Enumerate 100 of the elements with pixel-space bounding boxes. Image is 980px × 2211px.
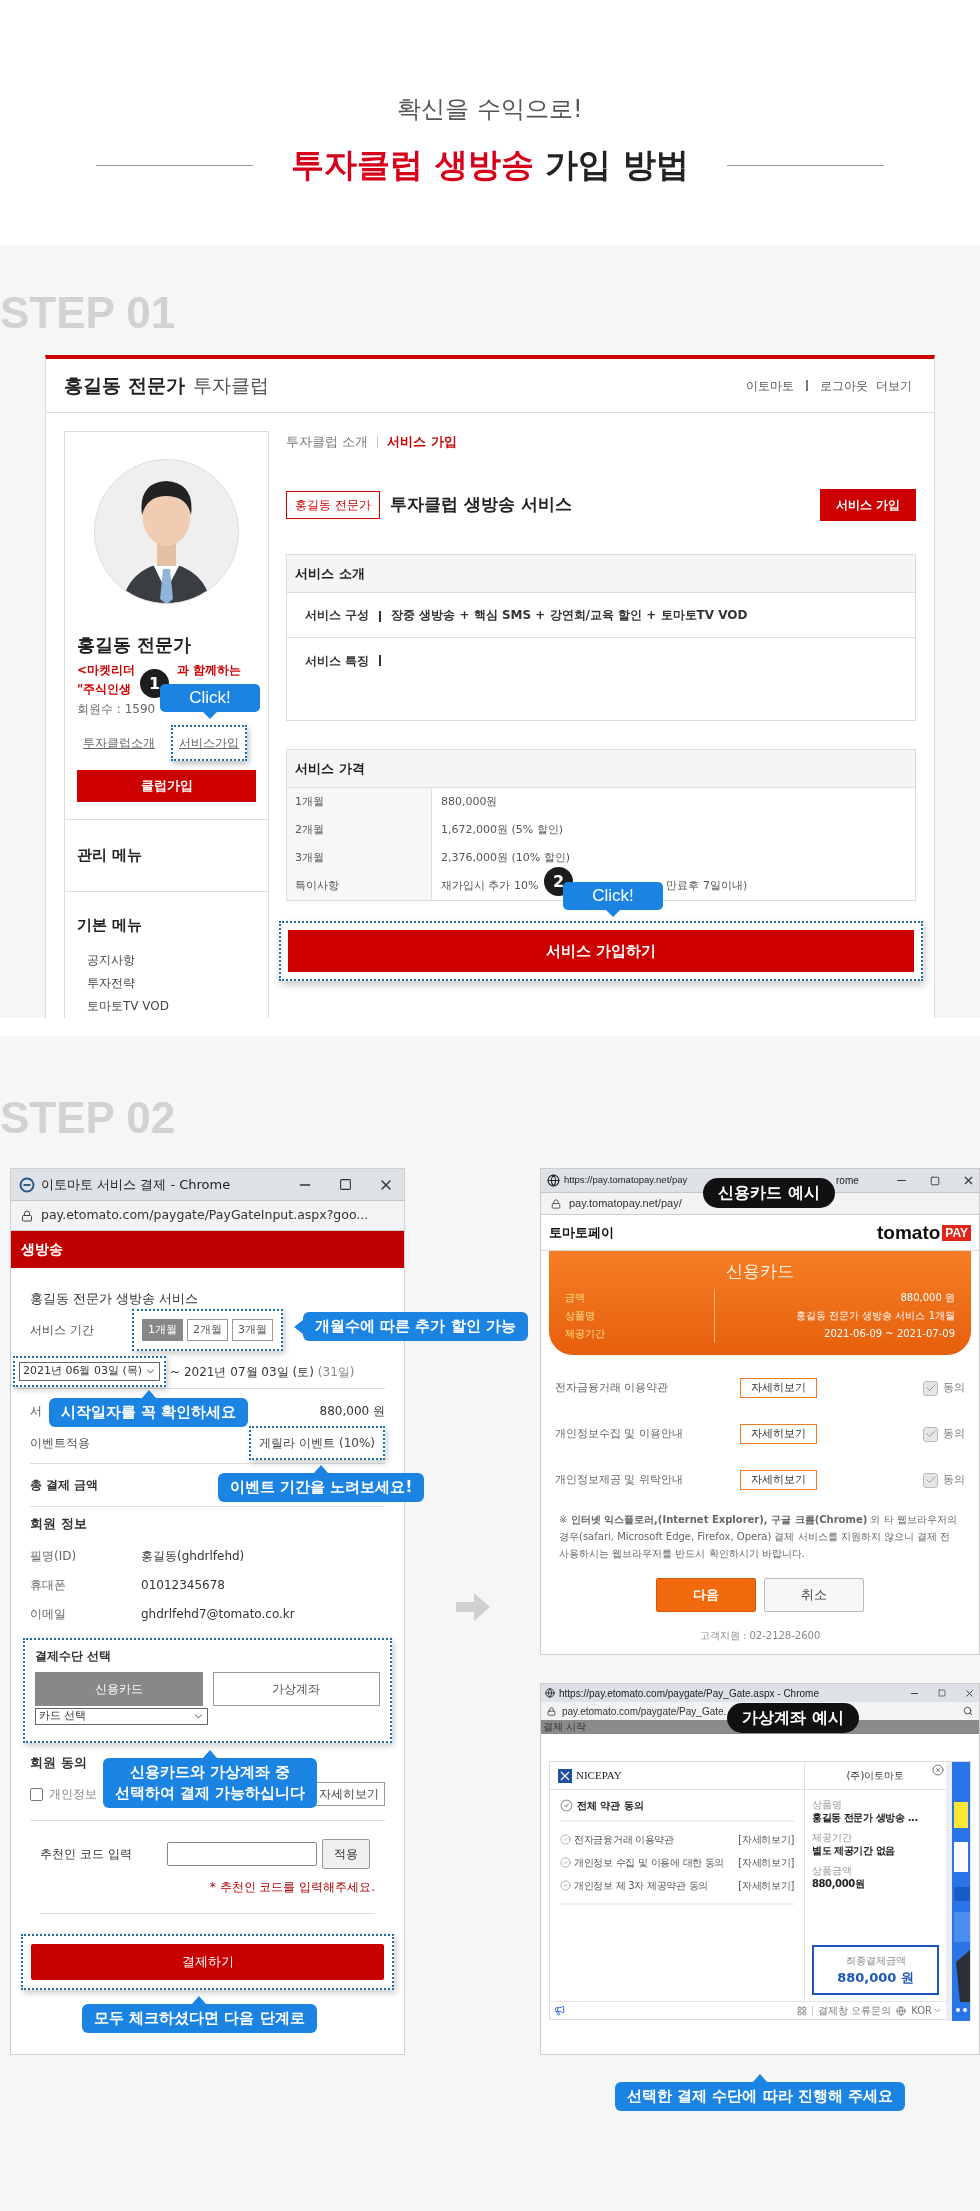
menu-item[interactable]: 토마토TV VOD: [87, 994, 256, 1018]
referral-input[interactable]: [167, 1842, 317, 1866]
agree-checkbox[interactable]: [923, 1426, 938, 1442]
grid-icon[interactable]: [796, 2005, 807, 2016]
table-cell-text: 2,376,000원 (10% 할인): [441, 849, 570, 866]
terms-label: 개인정보 제 3자 제공약관 동의: [574, 1879, 708, 1893]
profile-link[interactable]: 서비스가입: [171, 725, 247, 761]
details-link[interactable]: [자세히보기]: [738, 1855, 794, 1870]
agree-checkbox[interactable]: [923, 1472, 938, 1488]
period-button[interactable]: 3개월: [232, 1319, 273, 1341]
table-cell-text: 재가입시 추가 10%: [441, 877, 539, 894]
lock-icon: [551, 1198, 561, 1209]
header-link[interactable]: 이토마토: [742, 376, 798, 395]
close-icon[interactable]: [964, 1687, 975, 1699]
language-select[interactable]: KOR: [911, 2003, 942, 2018]
card-select[interactable]: 카드 선택: [35, 1708, 208, 1725]
example-label: 신용카드 예시: [703, 1178, 835, 1208]
detail-value: 홍길동 전문가 생방송 ...: [812, 1811, 919, 1825]
detail-label: 제공기간: [812, 1831, 853, 1844]
arrow-icon: [455, 1593, 490, 1621]
url-text: pay.etomato.com/paygate/Pay_Gate.: [562, 1704, 727, 1719]
error-inquiry-link[interactable]: 결제창 오류문의: [817, 2003, 892, 2018]
details-button[interactable]: 자세히보기: [740, 1378, 817, 1398]
row-label: 서비스 구성: [305, 607, 370, 624]
table-cell: 3개월: [287, 844, 432, 872]
subtitle: 확신을 수익으로!: [397, 94, 583, 124]
window-title: 이토마토 서비스 결제 - Chrome: [41, 1175, 231, 1194]
field-label: 필명(ID): [30, 1547, 78, 1565]
field-label: 추천인 코드 입력: [40, 1846, 133, 1863]
support-phone: 고객지원 : 02-2128-2600: [698, 1629, 822, 1643]
window-title: https://pay.tomatopay.net/pay: [564, 1173, 689, 1188]
details-button[interactable]: 자세히보기: [313, 1782, 385, 1806]
logo-word: tomato: [877, 1223, 941, 1242]
expert-name: 홍길동 전문가: [64, 373, 185, 399]
cancel-button[interactable]: 취소: [764, 1578, 864, 1612]
payment-method-button[interactable]: 신용카드: [35, 1672, 203, 1706]
slogan-text: <마켓리더: [77, 662, 136, 679]
close-icon[interactable]: [932, 1764, 944, 1776]
window-title: https://pay.etomato.com/paygate/Pay_Gate.aspx - Chrome: [559, 1686, 819, 1701]
url-text: pay.etomato.com/paygate/PayGateInput.aspx?goo...: [41, 1206, 369, 1225]
menu-item[interactable]: 공지사항: [87, 948, 256, 972]
field-label: 이메일: [30, 1605, 67, 1623]
table-cell: 2개월: [287, 816, 432, 844]
header-link[interactable]: 더보기: [872, 376, 916, 395]
check-circle-icon[interactable]: [560, 1857, 571, 1868]
megaphone-icon[interactable]: [554, 2005, 565, 2016]
event-value: 게릴라 이벤트 (10%): [249, 1426, 385, 1460]
profile-link[interactable]: 투자클럽소개: [77, 727, 161, 759]
maximize-icon[interactable]: [339, 1178, 352, 1191]
payment-method-button[interactable]: 가상계좌: [212, 1672, 380, 1706]
club-join-button[interactable]: 클럽가입: [77, 770, 256, 802]
service-join-button[interactable]: 서비스 가입: [819, 489, 916, 521]
lock-icon: [547, 1706, 556, 1716]
details-link[interactable]: [자세히보기]: [738, 1878, 794, 1893]
field-label: 서: [30, 1403, 42, 1420]
search-icon[interactable]: [963, 1706, 973, 1716]
lock-icon: [21, 1209, 33, 1222]
service-banner: 생방송: [11, 1231, 404, 1268]
browser-logo-icon: [19, 1176, 35, 1193]
detail-value: 별도 제공기간 없음: [812, 1844, 896, 1858]
section-title: 회원 동의: [30, 1754, 87, 1773]
callout-pointer: [314, 1465, 329, 1473]
details-link[interactable]: [자세히보기]: [738, 1832, 794, 1847]
check-circle-icon[interactable]: [560, 1834, 571, 1845]
table-cell-text: 만료후 7일이내): [666, 877, 748, 894]
close-icon[interactable]: [962, 1174, 975, 1187]
terms-label: 개인정보수집 및 이용안내: [555, 1425, 684, 1442]
table-cell-text: 880,000원: [441, 793, 498, 810]
summary-value: 2021-06-09 ~ 2021-07-09: [823, 1327, 955, 1341]
detail-value: 880,000원: [812, 1877, 866, 1891]
service-submit-button[interactable]: 서비스 가입하기: [288, 930, 914, 972]
details-button[interactable]: 자세히보기: [740, 1424, 817, 1444]
field-value: 홍길동(ghdrlfehd): [141, 1547, 245, 1565]
section-header: 서비스 가격: [287, 750, 915, 788]
callout-pointer: [141, 1390, 156, 1398]
details-button[interactable]: 자세히보기: [740, 1470, 817, 1490]
service-title: 투자클럽 생방송 서비스: [389, 493, 572, 517]
agree-checkbox[interactable]: [923, 1380, 938, 1396]
callout: 신용카드와 가상계좌 중 선택하여 결제 가능하십니다: [103, 1758, 318, 1808]
check-icon: [924, 1428, 937, 1440]
period-button[interactable]: 1개월: [142, 1319, 183, 1341]
day-count: (31일): [317, 1363, 355, 1381]
period-button[interactable]: 2개월: [187, 1319, 228, 1341]
header-link[interactable]: 로그아웃: [816, 376, 872, 395]
breadcrumb-tab[interactable]: 투자클럽 소개: [286, 432, 369, 452]
apply-button[interactable]: 적용: [322, 1839, 370, 1869]
chevron-down-icon: [933, 2006, 942, 2015]
table-cell-text: 1,672,000원 (5% 할인): [441, 821, 563, 838]
pay-button[interactable]: 결제하기: [31, 1944, 384, 1980]
callout-pointer: [294, 1319, 303, 1334]
check-circle-icon[interactable]: [560, 1798, 573, 1812]
agree-label: 개인정보: [49, 1786, 97, 1803]
agree-checkbox[interactable]: [30, 1787, 43, 1801]
menu-item[interactable]: 투자전략: [87, 971, 256, 995]
check-circle-icon[interactable]: [560, 1880, 571, 1891]
referral-note: * 추천인 코드를 입력해주세요.: [208, 1879, 376, 1896]
menu-title: 기본 메뉴: [77, 915, 144, 936]
start-date-select[interactable]: 2021년 06월 03일 (목): [19, 1362, 161, 1381]
club-name: 투자클럽: [192, 373, 269, 399]
breadcrumb-tab[interactable]: 서비스 가입: [387, 432, 457, 452]
